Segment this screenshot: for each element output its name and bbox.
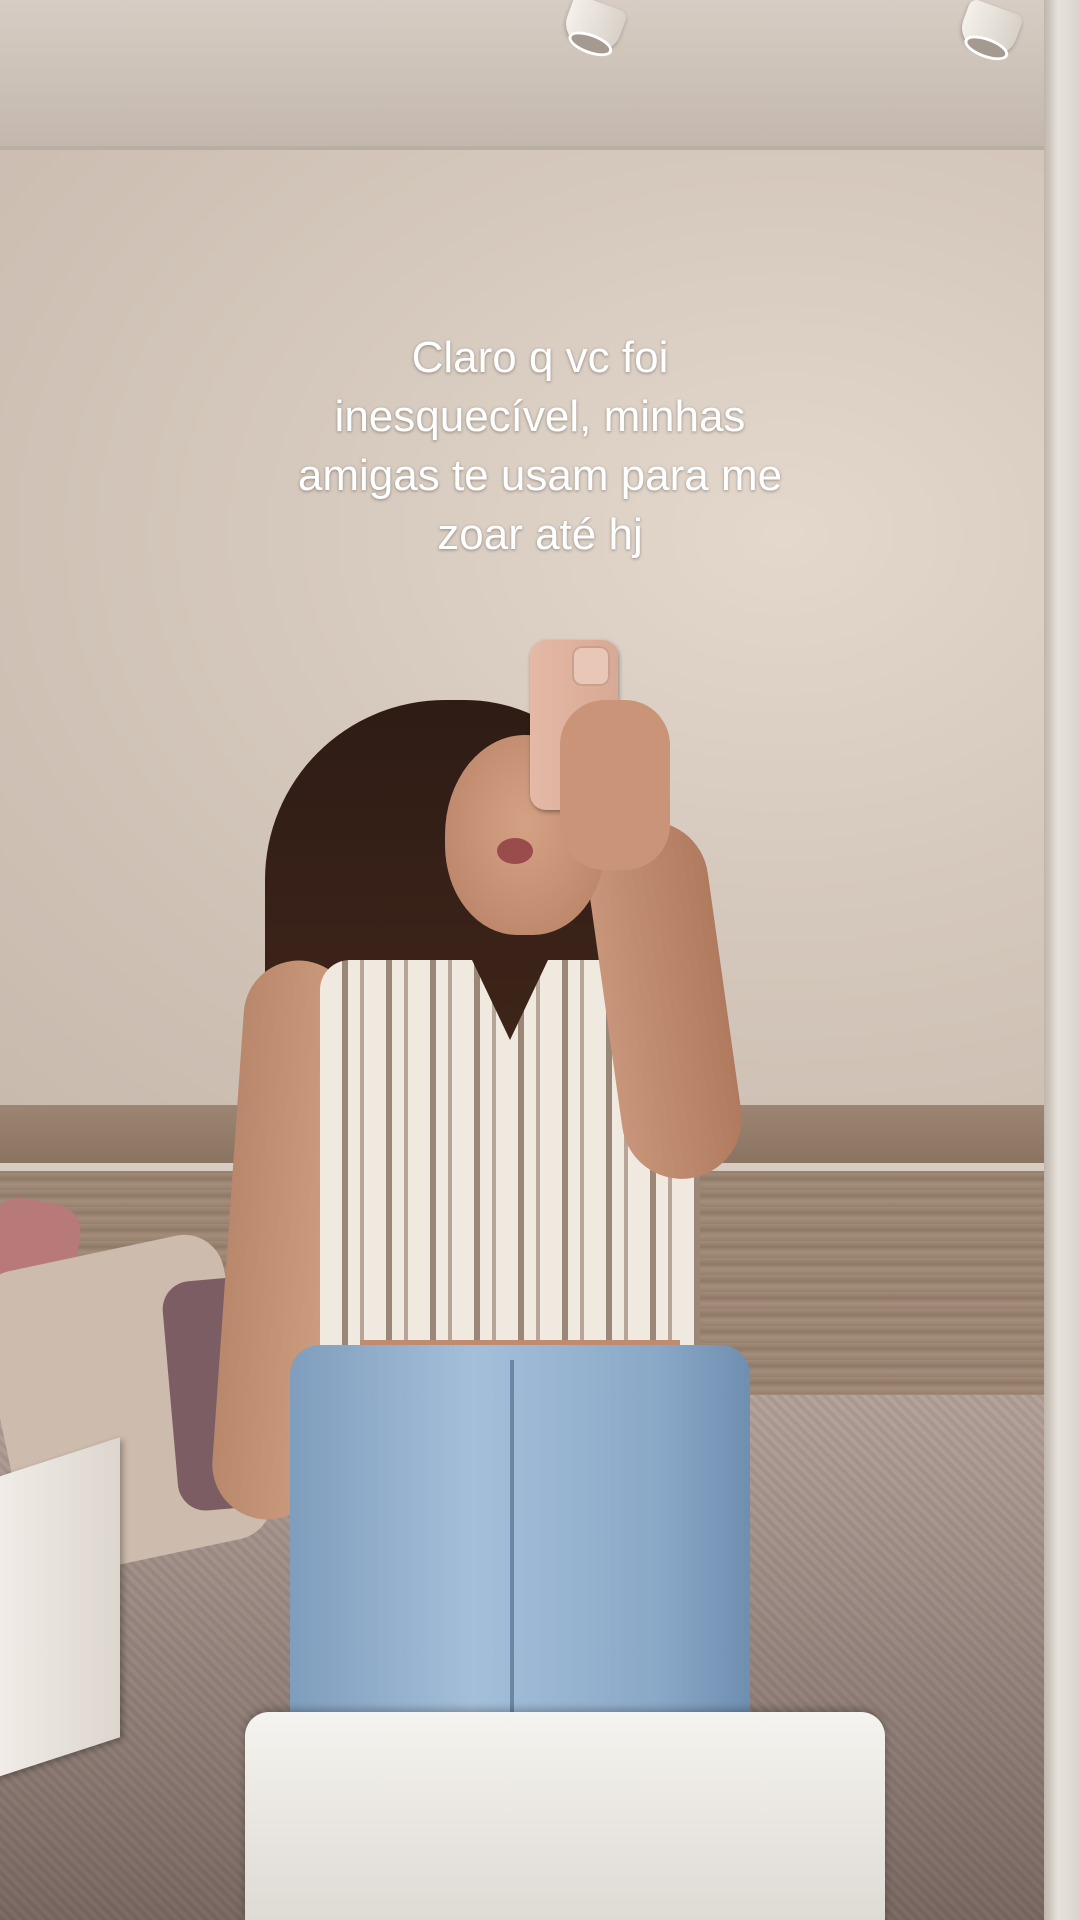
- caption-line: zoar até hj: [437, 510, 643, 559]
- caption-overlay: Claro q vc foi inesquecível, minhas amig…: [190, 328, 890, 564]
- caption-line: amigas te usam para me: [297, 451, 783, 500]
- caption-line: inesquecível, minhas: [334, 392, 746, 441]
- lips: [497, 838, 533, 864]
- desk-corner: [0, 1437, 120, 1783]
- mirror-selfie-photo: Claro q vc foi inesquecível, minhas amig…: [0, 0, 1080, 1920]
- phone-camera-icon: [572, 646, 610, 686]
- chair-back: [245, 1712, 885, 1920]
- caption-line: Claro q vc foi: [411, 333, 669, 382]
- mirror-frame: [1044, 0, 1080, 1920]
- jeans: [290, 1345, 750, 1765]
- jeans-fly: [510, 1360, 514, 1760]
- ceiling: [0, 0, 1080, 150]
- hand-holding-phone: [560, 700, 670, 870]
